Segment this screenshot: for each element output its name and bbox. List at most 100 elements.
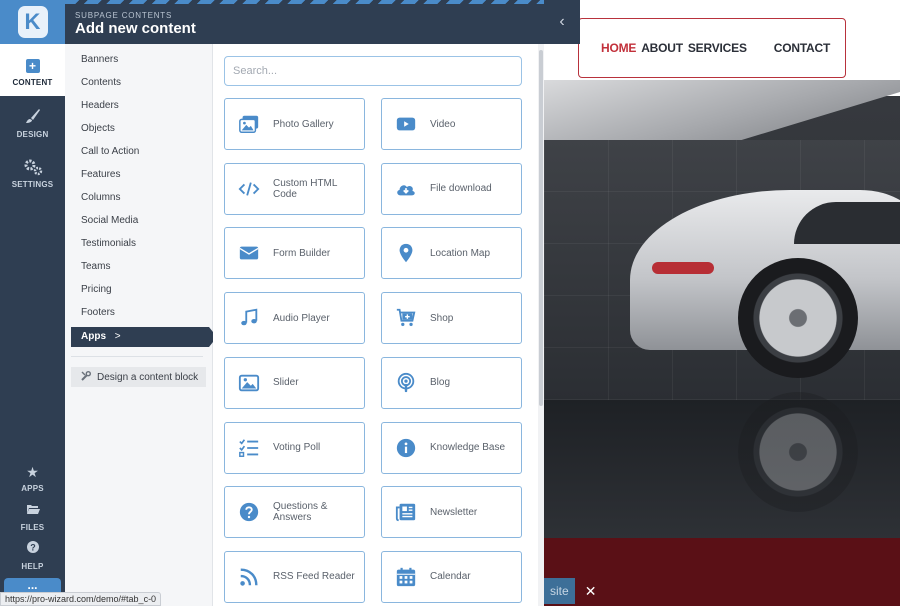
content-tile-calendar[interactable]: Calendar	[381, 550, 522, 603]
category-item-social-media[interactable]: Social Media	[81, 215, 138, 226]
category-item-objects[interactable]: Objects	[81, 123, 115, 134]
newspaper-icon	[382, 501, 430, 523]
calendar-icon	[382, 566, 430, 588]
chevron-right-icon: >	[114, 331, 121, 342]
publish-bar: site ✕	[544, 578, 604, 604]
tile-label: Form Builder	[273, 247, 331, 259]
category-item-features[interactable]: Features	[81, 169, 120, 180]
rail-item-settings[interactable]: SETTINGS	[0, 158, 65, 189]
rail-item-label: HELP	[21, 562, 44, 571]
category-item-testimonials[interactable]: Testimonials	[81, 238, 136, 249]
left-nav-rail: K + CONTENT DESIGN SETTINGS ★ APPS FILES…	[0, 0, 65, 606]
checklist-icon	[225, 437, 273, 459]
map-marker-icon	[382, 242, 430, 264]
folder-open-icon	[0, 501, 65, 521]
category-item-banners[interactable]: Banners	[81, 54, 118, 65]
tile-label: Blog	[430, 377, 451, 389]
category-active-label: Apps	[81, 331, 106, 342]
wrench-icon	[81, 370, 92, 384]
tile-label: Location Map	[430, 247, 491, 259]
status-url: https://pro-wizard.com/demo/#tab_c-0	[0, 592, 162, 606]
tile-label: Audio Player	[273, 312, 330, 324]
category-item-columns[interactable]: Columns	[81, 192, 120, 203]
tile-label: Shop	[430, 312, 454, 324]
info-icon	[382, 437, 430, 459]
content-tile-questions-answers[interactable]: Questions & Answers	[224, 486, 365, 539]
car-taillight	[652, 262, 714, 274]
close-icon[interactable]: ✕	[585, 583, 597, 600]
category-item-teams[interactable]: Teams	[81, 261, 110, 272]
category-item-headers[interactable]: Headers	[81, 100, 119, 111]
tile-label: RSS Feed Reader	[273, 571, 355, 583]
content-tile-slider[interactable]: Slider	[224, 356, 365, 409]
gears-icon	[0, 158, 65, 178]
tile-label: Newsletter	[430, 506, 478, 518]
collapse-panel-button[interactable]: ‹	[544, 0, 580, 44]
rail-item-label: DESIGN	[16, 130, 49, 139]
nav-home[interactable]: HOME	[601, 41, 636, 55]
cloud-download-icon	[382, 178, 430, 200]
content-tile-knowledge-base[interactable]: Knowledge Base	[381, 421, 522, 474]
nav-about[interactable]: ABOUT	[641, 41, 683, 55]
content-tile-photo-gallery[interactable]: Photo Gallery	[224, 98, 365, 150]
content-tile-newsletter[interactable]: Newsletter	[381, 486, 522, 539]
content-tile-file-download[interactable]: File download	[381, 162, 522, 215]
panel-header: SUBPAGE CONTENTS Add new content	[65, 0, 544, 44]
rail-item-help[interactable]: ? HELP	[0, 540, 65, 571]
tile-label: Photo Gallery	[273, 118, 334, 130]
category-item-pricing[interactable]: Pricing	[81, 284, 112, 295]
content-tile-custom-html-code[interactable]: Custom HTML Code	[224, 162, 365, 215]
star-icon: ★	[26, 464, 39, 480]
rail-item-label: FILES	[20, 523, 45, 532]
rail-item-apps[interactable]: ★ APPS	[0, 462, 65, 493]
chevron-left-icon: ‹	[559, 13, 565, 30]
rail-item-content[interactable]: + CONTENT	[0, 44, 65, 96]
rail-item-files[interactable]: FILES	[0, 501, 65, 532]
scrollbar-thumb[interactable]	[539, 50, 543, 406]
category-item-call-to-action[interactable]: Call to Action	[81, 146, 139, 157]
nav-services[interactable]: SERVICES	[688, 41, 747, 55]
plus-square-icon: +	[0, 56, 65, 76]
app-logo[interactable]: K	[0, 0, 65, 44]
page-title: Add new content	[75, 20, 196, 37]
video-icon	[382, 113, 430, 135]
envelope-icon	[225, 242, 273, 264]
search-input[interactable]	[224, 56, 522, 86]
rail-item-label: SETTINGS	[11, 180, 54, 189]
rail-item-design[interactable]: DESIGN	[0, 108, 65, 139]
photo-gallery-icon	[225, 113, 273, 135]
panel-scrollbar[interactable]	[538, 44, 544, 606]
design-content-block-button[interactable]: Design a content block	[71, 367, 206, 387]
content-tile-voting-poll[interactable]: Voting Poll	[224, 421, 365, 474]
logo-icon: K	[17, 6, 48, 38]
content-tile-rss-feed-reader[interactable]: RSS Feed Reader	[224, 550, 365, 603]
category-divider	[71, 356, 203, 357]
car-wheel-reflection	[738, 392, 858, 512]
rss-icon	[225, 566, 273, 588]
publish-site-button[interactable]: site	[544, 578, 575, 604]
content-tile-shop[interactable]: Shop	[381, 292, 522, 345]
content-tile-form-builder[interactable]: Form Builder	[224, 227, 365, 280]
nav-contact[interactable]: CONTACT	[774, 41, 831, 55]
tile-label: Custom HTML Code	[273, 177, 338, 200]
help-circle-icon: ?	[0, 540, 65, 560]
content-tile-location-map[interactable]: Location Map	[381, 227, 522, 280]
tile-label: Slider	[273, 377, 299, 389]
content-tile-blog[interactable]: Blog	[381, 356, 522, 409]
content-tile-video[interactable]: Video	[381, 98, 522, 150]
tile-label: Video	[430, 118, 456, 130]
header-stripe	[65, 0, 544, 4]
rail-item-label: APPS	[21, 484, 44, 493]
category-item-footers[interactable]: Footers	[81, 307, 115, 318]
svg-text:?: ?	[30, 543, 36, 553]
tile-label: File download	[430, 183, 492, 195]
tile-label: Voting Poll	[273, 442, 321, 453]
image-icon	[225, 372, 273, 394]
question-icon	[225, 501, 273, 523]
content-tile-audio-player[interactable]: Audio Player	[224, 292, 365, 345]
rail-item-label: CONTENT	[12, 78, 53, 87]
category-item-contents[interactable]: Contents	[81, 77, 121, 88]
category-item-apps[interactable]: Apps >	[71, 327, 217, 347]
design-button-label: Design a content block	[97, 371, 199, 383]
paintbrush-icon	[0, 108, 65, 128]
